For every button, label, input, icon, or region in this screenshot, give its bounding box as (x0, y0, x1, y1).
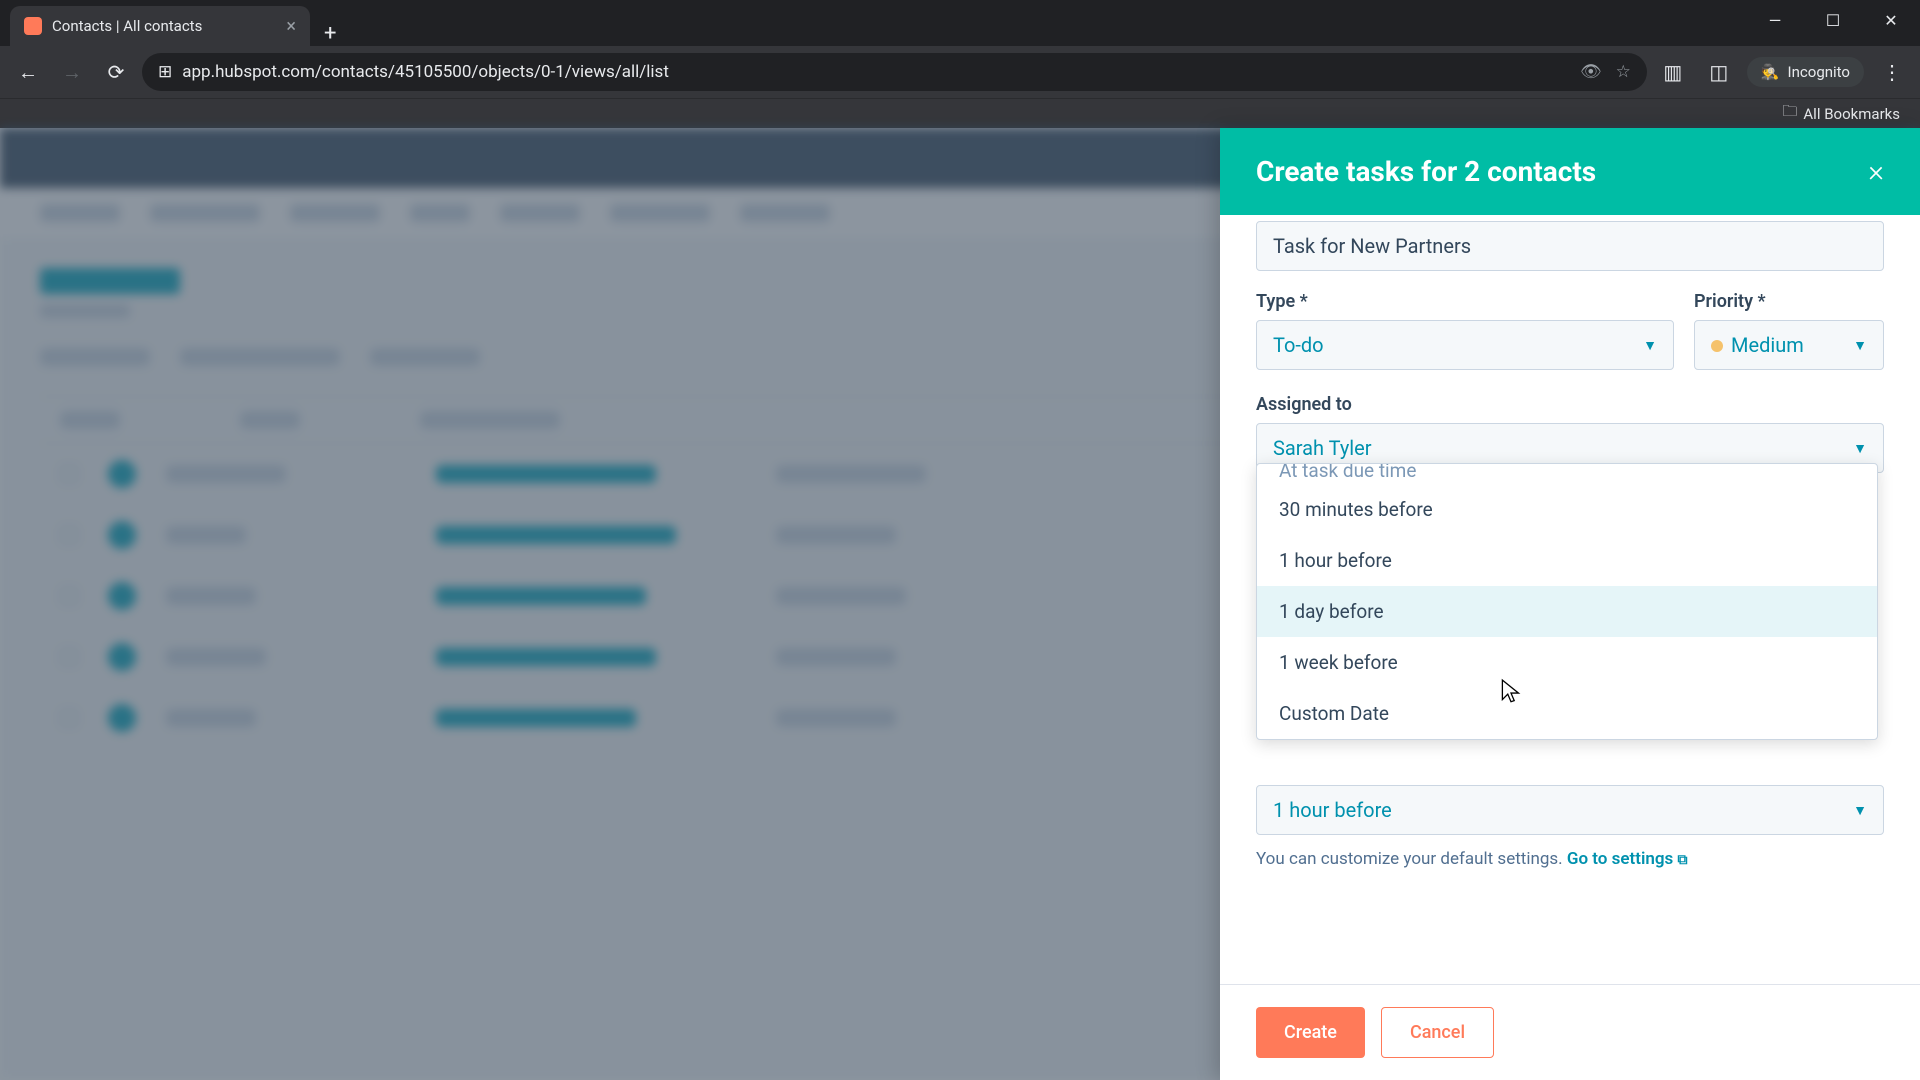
chevron-down-icon: ▼ (1853, 802, 1867, 819)
maximize-button[interactable]: ☐ (1804, 0, 1862, 40)
create-button[interactable]: Create (1256, 1007, 1365, 1058)
browser-chrome: Contacts | All contacts × + ← → ⟳ ⊞ app.… (0, 0, 1920, 128)
bookmark-star-icon[interactable]: ☆ (1616, 62, 1631, 82)
new-tab-button[interactable]: + (310, 21, 350, 46)
url-text: app.hubspot.com/contacts/45105500/object… (182, 62, 669, 82)
priority-value: Medium (1731, 333, 1804, 357)
priority-dot-icon (1711, 340, 1723, 352)
menu-icon[interactable]: ⋮ (1874, 54, 1910, 90)
folder-icon: 🗀 (1782, 101, 1797, 126)
priority-select[interactable]: Medium ▼ (1694, 320, 1884, 370)
reminder-dropdown-popup: At task due time 30 minutes before 1 hou… (1256, 463, 1878, 740)
close-panel-icon[interactable]: × (1868, 154, 1884, 189)
create-task-panel: Create tasks for 2 contacts × Type * To-… (1220, 128, 1920, 1080)
close-tab-icon[interactable]: × (286, 16, 296, 37)
toolbar-right: ▥ ◫ 🕵 Incognito ⋮ (1655, 54, 1910, 90)
dropdown-option[interactable]: 1 week before (1257, 637, 1877, 688)
dropdown-option[interactable]: 1 day before (1257, 586, 1877, 637)
panel-title: Create tasks for 2 contacts (1256, 155, 1596, 188)
chevron-down-icon: ▼ (1643, 337, 1657, 354)
reminder-select[interactable]: 1 hour before ▼ (1256, 785, 1884, 835)
priority-label: Priority * (1694, 291, 1884, 312)
sidepanel-icon[interactable]: ◫ (1701, 54, 1737, 90)
type-label: Type * (1256, 291, 1674, 312)
panel-body: Type * To-do ▼ Priority * Medium ▼ Assig… (1220, 215, 1920, 984)
external-link-icon: ⧉ (1678, 852, 1688, 868)
chevron-down-icon: ▼ (1853, 337, 1867, 354)
tab-strip: Contacts | All contacts × + (0, 0, 1920, 46)
assigned-to-label: Assigned to (1256, 394, 1884, 415)
media-icon[interactable]: ▥ (1655, 54, 1691, 90)
dropdown-option[interactable]: 30 minutes before (1257, 484, 1877, 535)
address-bar[interactable]: ⊞ app.hubspot.com/contacts/45105500/obje… (142, 53, 1647, 91)
reload-button[interactable]: ⟳ (98, 54, 134, 90)
browser-tab[interactable]: Contacts | All contacts × (10, 6, 310, 46)
tab-title: Contacts | All contacts (52, 17, 202, 35)
hubspot-favicon (24, 17, 42, 35)
close-window-button[interactable]: ✕ (1862, 0, 1920, 40)
forward-button[interactable]: → (54, 54, 90, 90)
reminder-value: 1 hour before (1273, 798, 1392, 822)
type-select[interactable]: To-do ▼ (1256, 320, 1674, 370)
incognito-label: Incognito (1788, 63, 1850, 81)
dropdown-scroll[interactable]: At task due time 30 minutes before 1 hou… (1257, 464, 1877, 739)
chevron-down-icon: ▼ (1853, 440, 1867, 457)
dropdown-option[interactable]: Custom Date (1257, 688, 1877, 739)
task-name-input[interactable] (1256, 221, 1884, 271)
go-to-settings-link[interactable]: Go to settings ⧉ (1567, 849, 1688, 869)
incognito-icon: 🕵 (1761, 63, 1780, 81)
panel-footer: Create Cancel (1220, 984, 1920, 1080)
type-value: To-do (1273, 333, 1324, 357)
panel-header: Create tasks for 2 contacts × (1220, 128, 1920, 215)
site-info-icon[interactable]: ⊞ (158, 62, 172, 82)
browser-toolbar: ← → ⟳ ⊞ app.hubspot.com/contacts/4510550… (0, 46, 1920, 98)
dropdown-option[interactable]: At task due time (1257, 464, 1877, 484)
window-controls: ― ☐ ✕ (1746, 0, 1920, 40)
dropdown-option[interactable]: 1 hour before (1257, 535, 1877, 586)
back-button[interactable]: ← (10, 54, 46, 90)
assigned-to-value: Sarah Tyler (1273, 436, 1372, 460)
settings-hint: You can customize your default settings.… (1256, 849, 1884, 869)
incognito-chip[interactable]: 🕵 Incognito (1747, 57, 1864, 87)
minimize-button[interactable]: ― (1746, 0, 1804, 40)
cancel-button[interactable]: Cancel (1381, 1007, 1494, 1058)
bookmarks-bar: 🗀 All Bookmarks (0, 98, 1920, 128)
eye-off-icon[interactable]: 👁 (1580, 62, 1602, 82)
all-bookmarks-label[interactable]: All Bookmarks (1803, 105, 1900, 123)
